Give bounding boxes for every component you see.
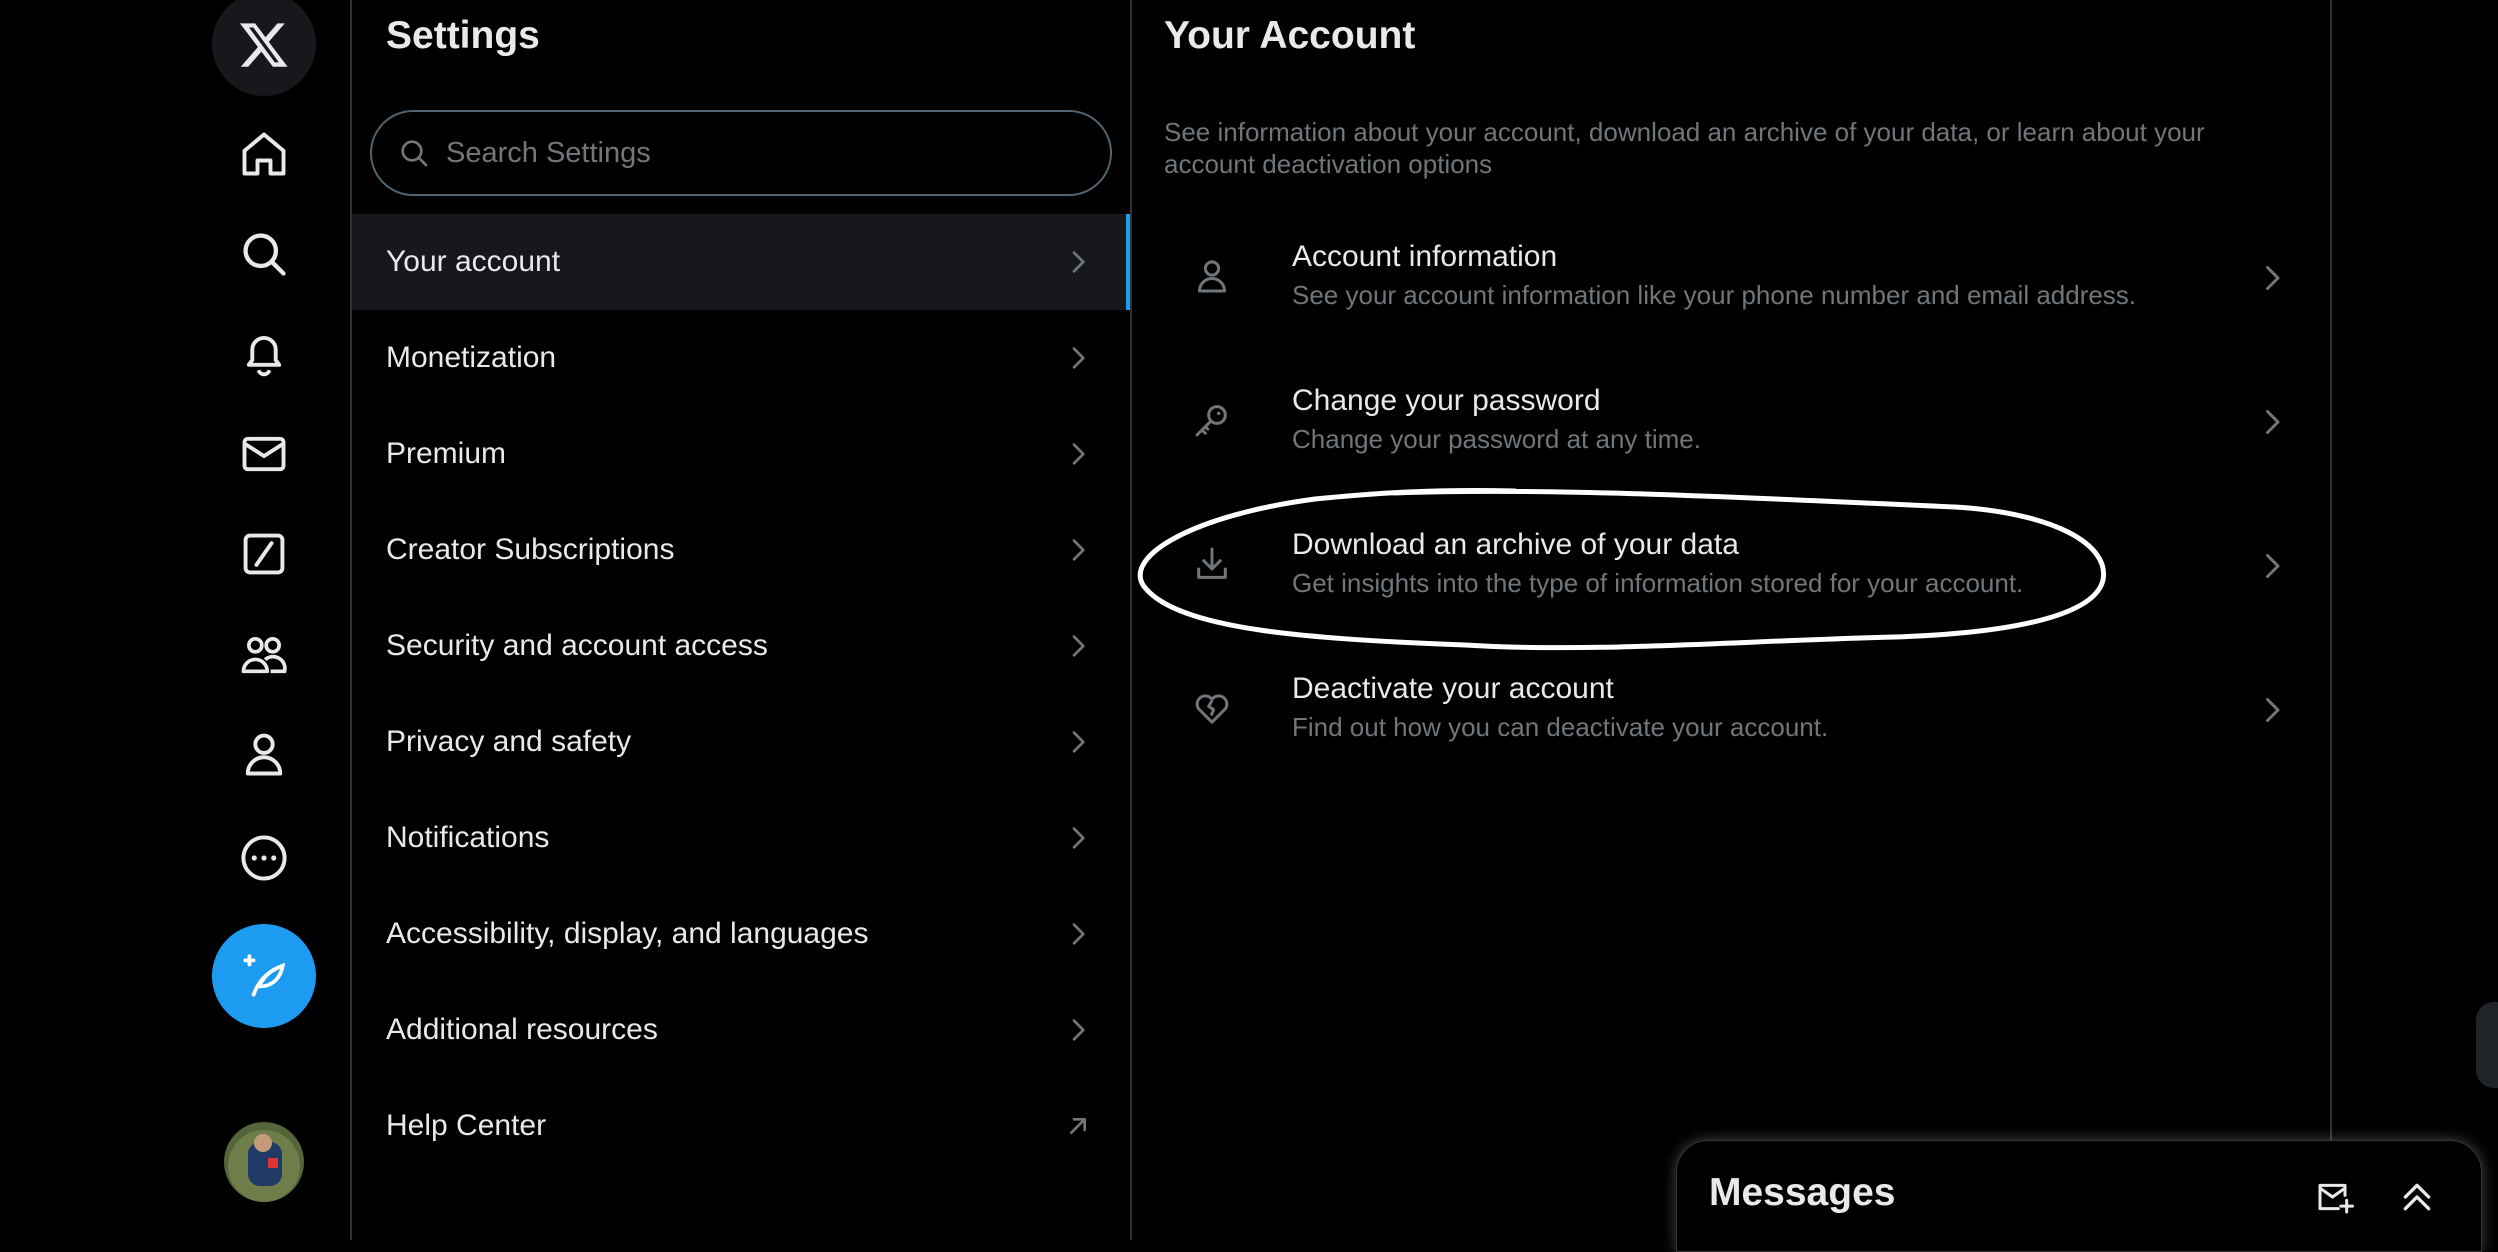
- option-deactivate-account[interactable]: Deactivate your account Find out how you…: [1132, 638, 2330, 782]
- search-settings-input[interactable]: [444, 135, 1088, 171]
- settings-item-label: Privacy and safety: [386, 725, 632, 758]
- expand-up-icon[interactable]: [2397, 1177, 2437, 1217]
- settings-item-privacy-and-safety[interactable]: Privacy and safety: [352, 694, 1130, 790]
- person-icon: [1198, 260, 1226, 293]
- nav-profile[interactable]: [212, 702, 316, 806]
- chevron-right-icon: [2266, 554, 2280, 578]
- settings-item-creator-subscriptions[interactable]: Creator Subscriptions: [352, 502, 1130, 598]
- notifications-bell-icon: [246, 336, 282, 377]
- your-account-panel: Your Account See information about your …: [1132, 0, 2332, 1240]
- new-message-icon[interactable]: [2315, 1177, 2355, 1217]
- search-icon: [401, 140, 428, 167]
- settings-item-label: Notifications: [386, 821, 550, 854]
- settings-item-additional-resources[interactable]: Additional resources: [352, 982, 1130, 1078]
- search-settings-box[interactable]: [370, 110, 1112, 196]
- settings-item-your-account[interactable]: Your account: [352, 214, 1130, 310]
- your-account-description: See information about your account, down…: [1164, 117, 2205, 179]
- settings-item-security-and-account-access[interactable]: Security and account access: [352, 598, 1130, 694]
- profile-icon: [245, 733, 283, 776]
- chevron-right-icon: [1072, 347, 1085, 369]
- settings-item-label: Your account: [386, 245, 561, 278]
- nav-explore[interactable]: [212, 202, 316, 306]
- settings-item-label: Help Center: [386, 1109, 547, 1142]
- settings-item-label: Monetization: [386, 341, 557, 374]
- chevron-right-icon: [1072, 923, 1085, 945]
- messages-envelope-icon: [242, 436, 286, 472]
- option-title: Change your password: [1292, 384, 1601, 417]
- home-icon: [242, 132, 286, 176]
- grok-icon: [243, 533, 285, 575]
- chevron-right-icon: [1072, 635, 1085, 657]
- account-avatar[interactable]: [224, 1122, 304, 1202]
- external-arrow-icon: [1070, 1118, 1086, 1134]
- option-subtitle: See your account information like your p…: [1292, 280, 2137, 310]
- settings-item-help-center[interactable]: Help Center: [352, 1078, 1130, 1174]
- nav-notifications[interactable]: [212, 302, 316, 406]
- avatar-face: [254, 1134, 272, 1152]
- settings-item-label: Premium: [386, 437, 507, 470]
- post-button[interactable]: [212, 924, 316, 1028]
- compose-feather-icon: [243, 954, 286, 997]
- chevron-right-icon: [2266, 698, 2280, 722]
- nav-grok[interactable]: [212, 502, 316, 606]
- option-subtitle: Get insights into the type of informatio…: [1292, 568, 2024, 598]
- option-title: Deactivate your account: [1292, 672, 1614, 705]
- nav-home[interactable]: [212, 102, 316, 206]
- settings-item-notifications[interactable]: Notifications: [352, 790, 1130, 886]
- messages-drawer[interactable]: Messages: [1676, 1140, 2482, 1252]
- explore-search-icon: [243, 233, 286, 276]
- settings-item-label: Creator Subscriptions: [386, 533, 675, 566]
- option-account-information[interactable]: Account information See your account inf…: [1132, 206, 2330, 350]
- settings-item-label: Additional resources: [386, 1013, 658, 1046]
- settings-title: Settings: [386, 14, 540, 57]
- nav-messages[interactable]: [212, 402, 316, 506]
- chevron-right-icon: [1072, 827, 1085, 849]
- settings-item-label: Accessibility, display, and languages: [386, 917, 869, 950]
- download-icon: [1197, 547, 1227, 579]
- option-download-archive[interactable]: Download an archive of your data Get ins…: [1132, 494, 2330, 638]
- broken-heart-icon: [1195, 694, 1229, 724]
- communities-icon: [241, 636, 287, 674]
- chevron-right-icon: [1072, 251, 1085, 273]
- key-icon: [1195, 405, 1227, 437]
- chevron-right-icon: [1072, 731, 1085, 753]
- avatar-patch: [268, 1158, 278, 1168]
- option-subtitle: Find out how you can deactivate your acc…: [1292, 712, 1829, 742]
- settings-item-premium[interactable]: Premium: [352, 406, 1130, 502]
- nav-communities[interactable]: [212, 602, 316, 706]
- nav-more[interactable]: [212, 806, 316, 910]
- settings-column: Settings Your account Monetization Premium…: [352, 0, 1132, 1240]
- x-logo-icon: [239, 23, 288, 67]
- chevron-right-icon: [1072, 443, 1085, 465]
- primary-navigation: [0, 0, 352, 1240]
- chevron-right-icon: [2266, 410, 2280, 434]
- chevron-right-icon: [2266, 266, 2280, 290]
- messages-drawer-title: Messages: [1709, 1171, 1896, 1214]
- option-change-password[interactable]: Change your password Change your passwor…: [1132, 350, 2330, 494]
- option-title: Download an archive of your data: [1292, 528, 1739, 561]
- your-account-title: Your Account: [1164, 14, 1416, 57]
- option-subtitle: Change your password at any time.: [1292, 424, 1701, 454]
- settings-menu: Your account Monetization Premium Creator S…: [352, 214, 1130, 1174]
- option-title: Account information: [1292, 240, 1558, 273]
- settings-item-accessibility-display-and-languages[interactable]: Accessibility, display, and languages: [352, 886, 1130, 982]
- chevron-right-icon: [1072, 539, 1085, 561]
- settings-item-monetization[interactable]: Monetization: [352, 310, 1130, 406]
- settings-item-label: Security and account access: [386, 629, 768, 662]
- chevron-right-icon: [1072, 1019, 1085, 1041]
- scroll-edge-tab[interactable]: [2476, 1002, 2498, 1088]
- more-icon: [241, 835, 287, 881]
- x-logo-button[interactable]: [212, 0, 316, 96]
